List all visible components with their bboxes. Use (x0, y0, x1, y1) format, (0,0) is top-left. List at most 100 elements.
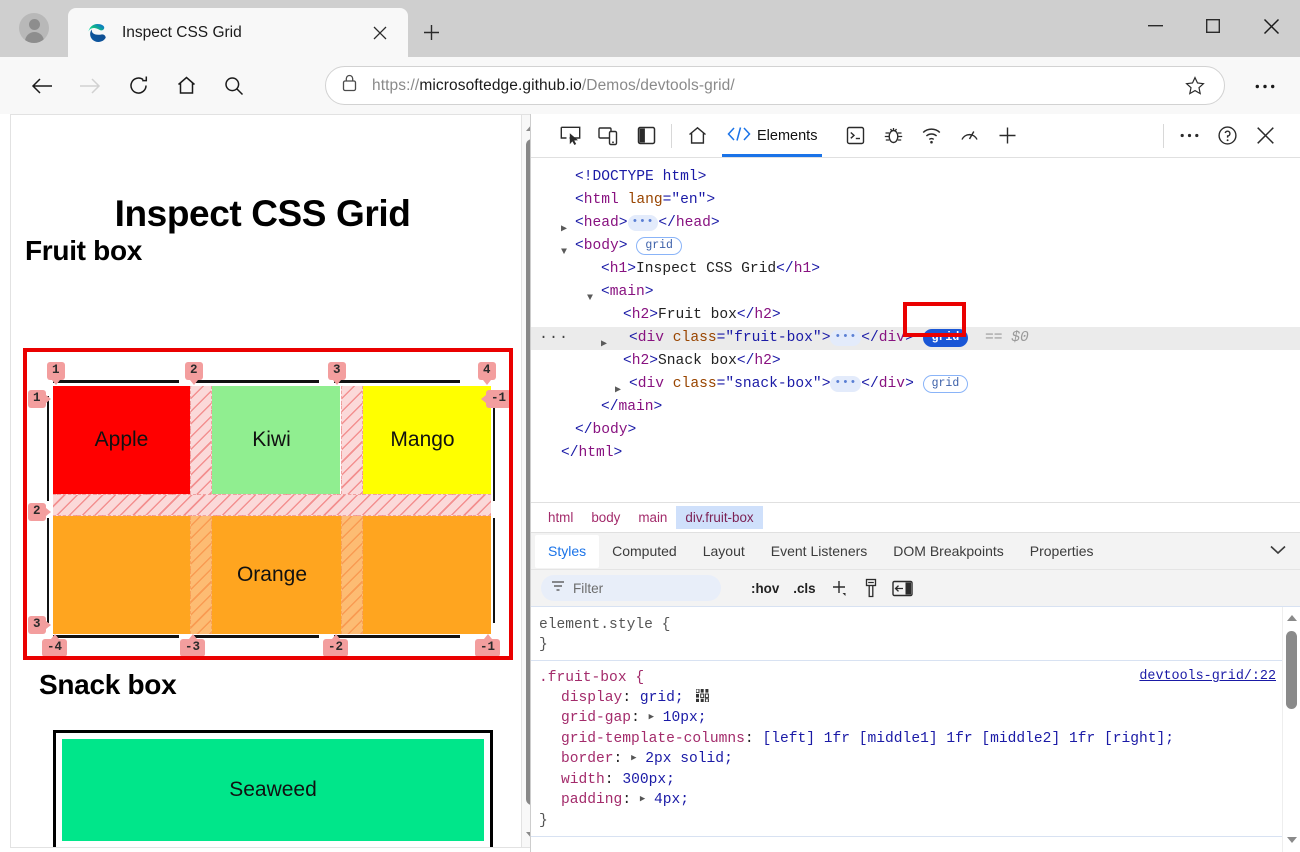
dom-row[interactable]: <h2>Snack box</h2> (531, 350, 1300, 373)
sidebar-toggle-icon[interactable] (888, 575, 918, 601)
expand-shorthand-icon[interactable]: ▶ (649, 707, 654, 727)
declaration-padding[interactable]: padding: ▶ 4px; (539, 790, 1300, 811)
styles-scroll-up-icon[interactable] (1283, 609, 1300, 627)
dom-row[interactable]: ▶ <div class="snack-box">•••</div> grid (531, 373, 1300, 396)
breadcrumb-item-body[interactable]: body (582, 506, 629, 529)
declaration-width[interactable]: width: 300px; (539, 770, 1300, 790)
close-window-button[interactable] (1242, 0, 1300, 52)
hov-button[interactable]: :hov (745, 577, 785, 600)
performance-icon[interactable] (950, 117, 988, 155)
browser-settings-button[interactable] (1246, 68, 1284, 104)
minimize-button[interactable] (1126, 0, 1184, 52)
maximize-button[interactable] (1184, 0, 1242, 52)
chevron-down-icon[interactable] (1270, 542, 1286, 560)
scroll-down-arrow-icon[interactable] (522, 825, 530, 845)
help-icon[interactable] (1208, 117, 1246, 155)
collapsed-content-icon[interactable]: ••• (830, 376, 861, 392)
grid-line-label-left-2: 2 (28, 503, 46, 521)
debugger-bug-icon[interactable] (874, 117, 912, 155)
page-title: Inspect CSS Grid (11, 193, 514, 235)
new-tab-button[interactable] (412, 14, 450, 50)
dom-row-menu-button[interactable]: ··· (539, 330, 569, 345)
declaration-border[interactable]: border: ▶ 2px solid; (539, 749, 1300, 770)
grid-gap-column-1 (190, 386, 212, 494)
fruit-box-heading: Fruit box (25, 235, 514, 267)
declaration-display[interactable]: display: grid; (539, 688, 1300, 708)
cls-button[interactable]: .cls (787, 577, 821, 600)
dom-row[interactable]: </html> (531, 442, 1300, 465)
scroll-up-arrow-icon[interactable] (522, 117, 530, 137)
expand-shorthand-icon[interactable]: ▶ (640, 789, 645, 809)
dom-row[interactable]: <h1>Inspect CSS Grid</h1> (531, 258, 1300, 281)
declaration-grid-gap[interactable]: grid-gap: ▶ 10px; (539, 708, 1300, 729)
browser-tab[interactable]: Inspect CSS Grid (68, 8, 408, 57)
element-style-close: } (539, 635, 1300, 655)
new-style-rule-button[interactable] (824, 575, 854, 601)
grid-line-label-top-3: 3 (328, 362, 346, 380)
dom-row[interactable]: <html lang="en"> (531, 189, 1300, 212)
styles-scrollbar-thumb[interactable] (1286, 631, 1297, 709)
declaration-grid-template-columns[interactable]: grid-template-columns: [left] 1fr [middl… (539, 729, 1300, 749)
devtools-panel: Elements (530, 114, 1300, 852)
dom-tree[interactable]: <!DOCTYPE html> <html lang="en"> ▶ <head… (531, 158, 1300, 502)
tab-event-listeners[interactable]: Event Listeners (758, 535, 881, 568)
devtools-close-icon[interactable] (1246, 117, 1284, 155)
styles-scroll-down-icon[interactable] (1283, 831, 1300, 849)
dom-row[interactable]: ▼ <main> (531, 281, 1300, 304)
expand-shorthand-icon[interactable]: ▶ (631, 748, 636, 768)
element-style-rule[interactable]: element.style { } (531, 607, 1300, 661)
dom-row[interactable]: ▶ <head>•••</head> (531, 212, 1300, 235)
tab-close-icon[interactable] (365, 18, 395, 48)
breadcrumb-item-div-fruit-box[interactable]: div.fruit-box (676, 506, 762, 529)
device-emulation-icon[interactable] (589, 117, 627, 155)
fruit-box-style-rule[interactable]: devtools-grid/:22 .fruit-box { display: … (531, 661, 1300, 837)
tab-properties[interactable]: Properties (1017, 535, 1107, 568)
console-icon[interactable] (836, 117, 874, 155)
devtools-home-icon[interactable] (678, 117, 716, 155)
forward-arrow-icon[interactable] (70, 66, 110, 106)
lock-icon (342, 74, 360, 97)
reload-icon[interactable] (118, 66, 158, 106)
home-icon[interactable] (166, 66, 206, 106)
dock-panel-icon[interactable] (627, 117, 665, 155)
address-bar[interactable]: https://microsoftedge.github.io/Demos/de… (325, 66, 1225, 105)
search-input[interactable]: Filter (541, 575, 721, 601)
breadcrumb-item-html[interactable]: html (539, 506, 582, 529)
tab-layout[interactable]: Layout (690, 535, 758, 568)
tab-dom-breakpoints[interactable]: DOM Breakpoints (880, 535, 1016, 568)
grid-badge-fruit-box-active[interactable]: grid (923, 329, 969, 347)
inspect-element-icon[interactable] (551, 117, 589, 155)
dom-row-selected-fruit-box[interactable]: ··· ▶ <div class="fruit-box">•••</div> g… (531, 327, 1300, 350)
styles-scrollbar[interactable] (1282, 607, 1300, 852)
tab-elements[interactable]: Elements (716, 115, 828, 157)
collapsed-content-icon[interactable]: ••• (830, 330, 861, 346)
add-panel-plus-icon[interactable] (988, 117, 1026, 155)
collapsed-content-icon[interactable]: ••• (628, 215, 659, 231)
style-source-link[interactable]: devtools-grid/:22 (1139, 667, 1276, 687)
grid-badge-snack-box[interactable]: grid (923, 375, 969, 393)
grid-badge-body[interactable]: grid (636, 237, 682, 255)
grid-line-label-bottom-1: -4 (42, 639, 67, 657)
breadcrumb-item-main[interactable]: main (629, 506, 676, 529)
search-icon[interactable] (214, 66, 254, 106)
tab-computed[interactable]: Computed (599, 535, 690, 568)
dom-row[interactable]: ▼ <body> grid (531, 235, 1300, 258)
snack-box: Seaweed (53, 730, 493, 848)
dom-row[interactable]: <h2>Fruit box</h2> (531, 304, 1300, 327)
network-wifi-icon[interactable] (912, 117, 950, 155)
profile-button[interactable] (12, 8, 56, 48)
dom-row[interactable]: </main> (531, 396, 1300, 419)
devtools-more-button[interactable] (1170, 117, 1208, 155)
dom-row[interactable]: </body> (531, 419, 1300, 442)
styles-rules-list[interactable]: element.style { } devtools-grid/:22 .fru… (531, 607, 1300, 852)
grid-editor-icon[interactable] (696, 689, 708, 701)
pen-icon[interactable] (856, 575, 886, 601)
grid-line-label-top-2: 2 (185, 362, 203, 380)
back-arrow-icon[interactable] (22, 66, 62, 106)
star-icon[interactable] (1180, 71, 1210, 101)
code-brackets-icon (727, 126, 751, 146)
tab-styles[interactable]: Styles (535, 535, 599, 568)
page-scrollbar[interactable] (521, 115, 530, 848)
dom-row[interactable]: <!DOCTYPE html> (531, 166, 1300, 189)
title-bar: Inspect CSS Grid (0, 0, 1300, 57)
